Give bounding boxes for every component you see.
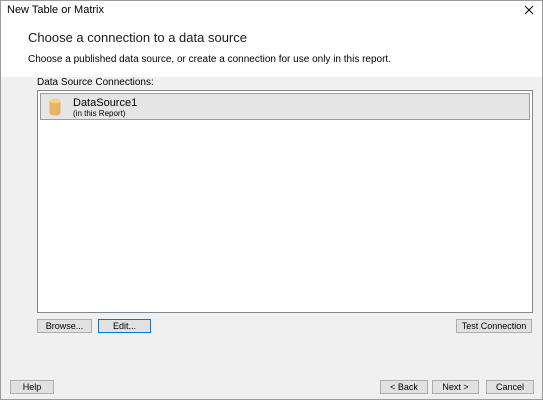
data-source-connections-label: Data Source Connections: — [37, 77, 154, 88]
data-source-location: (in this Report) — [73, 109, 126, 118]
test-connection-button[interactable]: Test Connection — [456, 319, 532, 333]
dialog-window: New Table or Matrix Choose a connection … — [0, 0, 543, 400]
wizard-header: Choose a connection to a data source Cho… — [1, 19, 542, 77]
close-icon — [524, 5, 534, 15]
page-title: Choose a connection to a data source — [28, 30, 247, 45]
window-title: New Table or Matrix — [7, 4, 104, 16]
database-icon — [49, 98, 61, 116]
list-item-datasource1[interactable]: DataSource1 (in this Report) — [40, 93, 530, 120]
wizard-footer: Help < Back Next > Cancel — [1, 369, 542, 399]
browse-button[interactable]: Browse... — [37, 319, 92, 333]
next-button[interactable]: Next > — [432, 380, 479, 394]
page-subtitle: Choose a published data source, or creat… — [28, 54, 391, 65]
edit-button[interactable]: Edit... — [98, 319, 151, 333]
title-bar: New Table or Matrix — [1, 1, 542, 19]
help-button[interactable]: Help — [10, 380, 54, 394]
close-button[interactable] — [518, 1, 540, 19]
wizard-content: Data Source Connections: DataSource1 (in… — [1, 77, 542, 369]
data-source-name: DataSource1 — [73, 97, 138, 109]
back-button[interactable]: < Back — [380, 380, 428, 394]
cancel-button[interactable]: Cancel — [486, 380, 534, 394]
data-source-list[interactable]: DataSource1 (in this Report) — [37, 90, 533, 313]
